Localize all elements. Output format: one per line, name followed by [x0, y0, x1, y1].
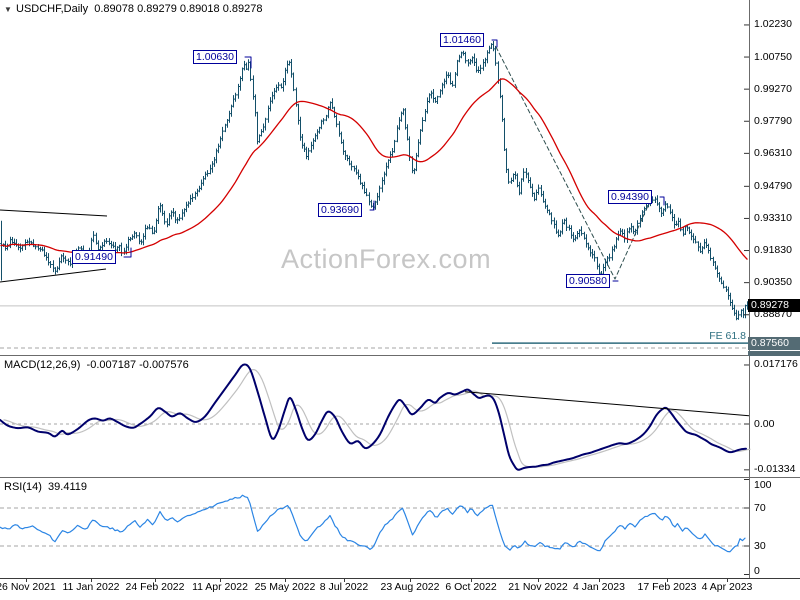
rsi-axis-label[interactable]: 100: [754, 479, 772, 491]
rsi-axis-label[interactable]: 0: [754, 565, 760, 577]
date-label[interactable]: 24 Feb 2022: [119, 581, 191, 593]
date-label[interactable]: 4 Jan 2023: [563, 581, 635, 593]
rsi-axis-label[interactable]: 30: [754, 540, 766, 552]
price-axis-label[interactable]: 1.02230: [754, 18, 792, 30]
price-level-label[interactable]: 0.91490: [72, 250, 116, 264]
price-axis-label[interactable]: 0.99270: [754, 83, 792, 95]
fe-price-tag: 0.87560: [748, 337, 800, 350]
price-axis-label[interactable]: 0.96310: [754, 147, 792, 159]
macd-indicator-name: MACD(12,26,9): [4, 359, 81, 371]
date-label[interactable]: 8 Jul 2022: [308, 581, 380, 593]
price-axis-label[interactable]: 0.93310: [754, 212, 792, 224]
fe-price-tag-clipped: [748, 351, 800, 356]
date-label[interactable]: 26 Nov 2021: [0, 581, 62, 593]
rsi-title: RSI(14) 39.4119: [4, 481, 87, 494]
mt4-chart-window: ActionForex.com ▼ USDCHF,Daily 0.89078 0…: [0, 0, 800, 600]
price-level-label[interactable]: 1.01460: [440, 33, 484, 47]
price-axis-label[interactable]: 0.90350: [754, 276, 792, 288]
macd-axis-label[interactable]: 0.017176: [754, 358, 798, 370]
chart-canvas[interactable]: [0, 0, 800, 600]
price-level-label[interactable]: 0.94390: [608, 190, 652, 204]
macd-title: MACD(12,26,9) -0.007187 -0.007576: [4, 359, 189, 372]
date-label[interactable]: 11 Apr 2022: [184, 581, 256, 593]
symbol-ohlc: 0.89078 0.89279 0.89018 0.89278: [94, 3, 263, 15]
macd-values: -0.007187 -0.007576: [86, 359, 189, 371]
price-axis-label[interactable]: 0.91830: [754, 244, 792, 256]
symbol-title: USDCHF,Daily 0.89078 0.89279 0.89018 0.8…: [16, 3, 262, 16]
macd-axis-label[interactable]: -0.01334: [754, 463, 795, 475]
price-level-label[interactable]: 0.93690: [318, 203, 362, 217]
rsi-indicator-name: RSI(14): [4, 481, 42, 493]
symbol-name: USDCHF,Daily: [16, 3, 89, 15]
date-label[interactable]: 6 Oct 2022: [435, 581, 507, 593]
price-axis-label[interactable]: 1.00750: [754, 51, 792, 63]
price-axis-label[interactable]: 0.94790: [754, 180, 792, 192]
date-label[interactable]: 4 Apr 2023: [691, 581, 763, 593]
price-level-label[interactable]: 0.90580: [566, 274, 610, 288]
date-label[interactable]: 11 Jan 2022: [55, 581, 127, 593]
macd-axis-label[interactable]: 0.00: [754, 418, 774, 430]
rsi-axis-label[interactable]: 70: [754, 502, 766, 514]
price-axis-label[interactable]: 0.97790: [754, 115, 792, 127]
fibonacci-extension-label[interactable]: FE 61.8: [666, 330, 746, 343]
price-level-label[interactable]: 1.00630: [193, 50, 237, 64]
rsi-value: 39.4119: [48, 481, 87, 493]
current-price-tag: 0.89278: [748, 299, 800, 312]
chart-marker-icon: ▼: [4, 5, 12, 14]
